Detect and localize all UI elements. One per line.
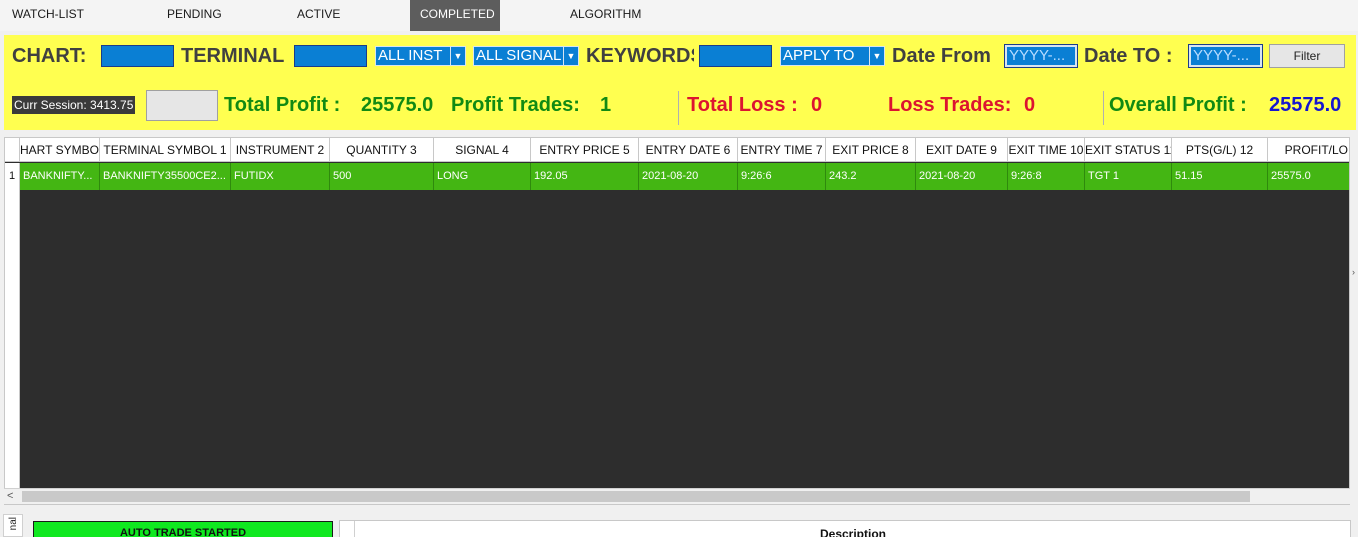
column-header[interactable]: SIGNAL 4 xyxy=(434,138,531,162)
date-to-input[interactable]: YYYY-... xyxy=(1188,44,1263,68)
column-header[interactable]: INSTRUMENT 2 xyxy=(231,138,330,162)
signal-select[interactable]: ALL SIGNAL ▼ xyxy=(473,46,579,66)
signal-select-value: ALL SIGNAL xyxy=(476,47,562,64)
chart-label: CHART: xyxy=(12,45,87,67)
chart-input[interactable] xyxy=(101,45,174,67)
cell-exit-time[interactable]: 9:26:8 xyxy=(1008,163,1085,190)
table-row[interactable]: BANKNIFTY... BANKNIFTY35500CE2... FUTIDX… xyxy=(20,163,1349,190)
horizontal-scrollbar[interactable]: < xyxy=(4,488,1350,504)
profit-trades-value: 1 xyxy=(600,94,612,116)
instrument-select[interactable]: ALL INST ▼ xyxy=(375,46,466,66)
row-number: 1 xyxy=(5,163,20,190)
cell-quantity[interactable]: 500 xyxy=(330,163,434,190)
chevron-down-icon: ▼ xyxy=(869,47,884,65)
date-from-label: Date From xyxy=(892,45,991,67)
cell-profit-loss[interactable]: 25575.0 xyxy=(1268,163,1349,190)
auto-trade-status-button[interactable]: AUTO TRADE STARTED xyxy=(33,521,333,537)
loss-trades-label: Loss Trades: xyxy=(888,94,1012,116)
cell-exit-price[interactable]: 243.2 xyxy=(826,163,916,190)
overall-profit-label: Overall Profit : xyxy=(1109,94,1247,116)
cell-points[interactable]: 51.15 xyxy=(1172,163,1268,190)
overall-profit-value: 25575.0 xyxy=(1269,94,1342,116)
column-header[interactable]: ENTRY TIME 7 xyxy=(738,138,826,162)
filter-button[interactable]: Filter xyxy=(1269,44,1345,68)
instrument-select-value: ALL INST xyxy=(378,47,443,64)
cell-exit-date[interactable]: 2021-08-20 xyxy=(916,163,1008,190)
column-header[interactable]: HART SYMBOL xyxy=(20,138,100,162)
column-header[interactable]: QUANTITY 3 xyxy=(330,138,434,162)
apply-to-select-value: APPLY TO xyxy=(783,47,855,64)
description-table: Description xyxy=(339,520,1351,537)
chevron-down-icon: ▼ xyxy=(450,47,465,65)
tab-completed[interactable]: COMPLETED xyxy=(410,0,500,31)
column-header[interactable]: EXIT DATE 9 xyxy=(916,138,1008,162)
divider xyxy=(678,91,679,125)
loss-trades-value: 0 xyxy=(1024,94,1036,116)
column-header[interactable]: ENTRY DATE 6 xyxy=(639,138,738,162)
cell-terminal-symbol[interactable]: BANKNIFTY35500CE2... xyxy=(100,163,231,190)
chevron-down-icon: ▼ xyxy=(563,47,578,65)
tab-watch-list[interactable]: WATCH-LIST xyxy=(2,0,94,31)
splitter-grip-icon[interactable]: › xyxy=(1352,267,1355,277)
row-header-column xyxy=(5,163,20,504)
keywords-input[interactable] xyxy=(699,45,772,67)
trades-grid[interactable]: HART SYMBOL TERMINAL SYMBOL 1 INSTRUMENT… xyxy=(4,137,1350,505)
divider xyxy=(1103,91,1104,125)
total-loss-label: Total Loss : xyxy=(687,94,798,116)
cell-instrument[interactable]: FUTIDX xyxy=(231,163,330,190)
column-header[interactable]: TERMINAL SYMBOL 1 xyxy=(100,138,231,162)
apply-to-select[interactable]: APPLY TO ▼ xyxy=(780,46,885,66)
column-header[interactable]: PTS(G/L) 12 xyxy=(1172,138,1268,162)
column-header[interactable]: EXIT TIME 10 xyxy=(1008,138,1085,162)
description-header: Description xyxy=(354,521,1351,537)
column-header[interactable]: PROFIT/LO xyxy=(1268,138,1349,162)
column-header[interactable]: EXIT STATUS 11 xyxy=(1085,138,1172,162)
session-button[interactable] xyxy=(146,90,218,121)
filter-panel: CHART: TERMINAL ALL INST ▼ ALL SIGNAL ▼ … xyxy=(4,35,1356,130)
cell-entry-date[interactable]: 2021-08-20 xyxy=(639,163,738,190)
scrollbar-thumb[interactable] xyxy=(22,491,1250,502)
total-profit-label: Total Profit : xyxy=(224,94,341,116)
terminal-label: TERMINAL xyxy=(181,45,285,67)
total-loss-value: 0 xyxy=(811,94,823,116)
cell-entry-price[interactable]: 192.05 xyxy=(531,163,639,190)
grid-header: HART SYMBOL TERMINAL SYMBOL 1 INSTRUMENT… xyxy=(5,138,1349,162)
column-header[interactable]: ENTRY PRICE 5 xyxy=(531,138,639,162)
date-from-input[interactable]: YYYY-... xyxy=(1004,44,1078,68)
side-tab[interactable]: nal xyxy=(3,514,23,537)
cell-exit-status[interactable]: TGT 1 xyxy=(1085,163,1172,190)
date-to-label: Date TO : xyxy=(1084,45,1173,67)
keywords-label: KEYWORDS xyxy=(586,45,694,67)
tab-algorithm[interactable]: ALGORITHM xyxy=(560,0,651,31)
tab-pending[interactable]: PENDING xyxy=(157,0,232,31)
total-profit-value: 25575.0 xyxy=(361,94,434,116)
side-tab-label: nal xyxy=(8,517,19,531)
tab-bar: WATCH-LIST PENDING ACTIVE COMPLETED ALGO… xyxy=(0,0,1358,31)
terminal-input[interactable] xyxy=(294,45,367,67)
cell-entry-time[interactable]: 9:26:6 xyxy=(738,163,826,190)
app-window: WATCH-LIST PENDING ACTIVE COMPLETED ALGO… xyxy=(0,0,1358,537)
row-header-corner xyxy=(5,138,20,162)
cell-chart-symbol[interactable]: BANKNIFTY... xyxy=(20,163,100,190)
splitter[interactable]: › xyxy=(1350,137,1358,505)
cell-signal[interactable]: LONG xyxy=(434,163,531,190)
scroll-left-arrow-icon[interactable]: < xyxy=(7,489,13,504)
column-header[interactable]: EXIT PRICE 8 xyxy=(826,138,916,162)
profit-trades-label: Profit Trades: xyxy=(451,94,580,116)
tab-active[interactable]: ACTIVE xyxy=(287,0,350,31)
curr-session-label: Curr Session: 3413.75 xyxy=(12,96,136,114)
